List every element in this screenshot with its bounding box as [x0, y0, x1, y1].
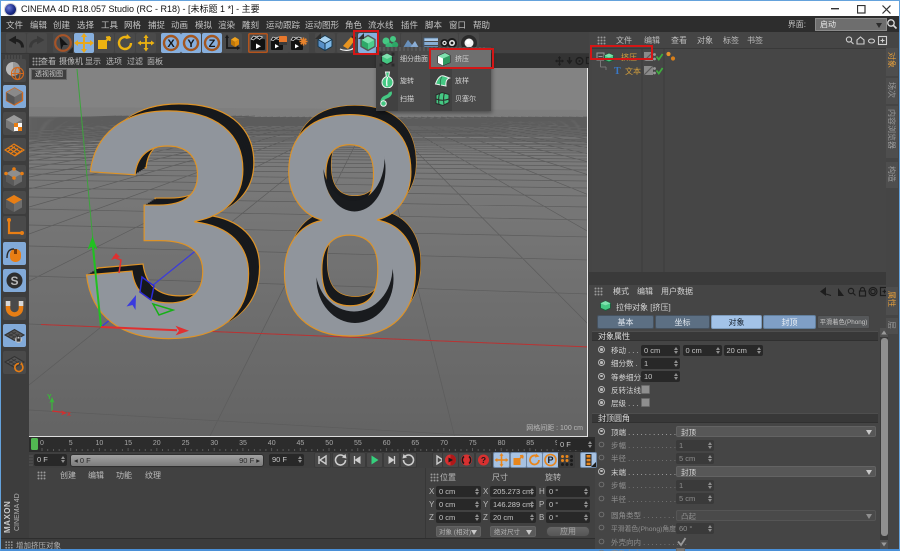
svg-text:25: 25: [182, 440, 190, 447]
svg-text:80: 80: [498, 440, 506, 447]
svg-text:60: 60: [383, 440, 391, 447]
svg-text:55: 55: [354, 440, 362, 447]
svg-text:30: 30: [210, 440, 218, 447]
svg-text:0: 0: [40, 440, 44, 447]
svg-text:35: 35: [239, 440, 247, 447]
svg-text:Y: Y: [47, 394, 52, 401]
svg-text:20: 20: [153, 440, 161, 447]
svg-text:70: 70: [440, 440, 448, 447]
svg-text:X: X: [167, 38, 175, 50]
svg-text:65: 65: [411, 440, 419, 447]
svg-text:15: 15: [124, 440, 132, 447]
svg-text:45: 45: [297, 440, 305, 447]
svg-text:50: 50: [325, 440, 333, 447]
svg-text:P: P: [548, 455, 554, 465]
svg-text:S: S: [10, 274, 18, 288]
svg-text:T: T: [614, 66, 621, 77]
svg-text:5: 5: [69, 440, 73, 447]
svg-text:Y: Y: [187, 38, 195, 50]
svg-text:?: ?: [481, 455, 486, 465]
svg-text:x: x: [67, 411, 71, 418]
svg-text:40: 40: [268, 440, 276, 447]
svg-text:85: 85: [526, 440, 534, 447]
svg-text:10: 10: [96, 440, 104, 447]
svg-text:Z: Z: [208, 38, 215, 50]
svg-text:75: 75: [469, 440, 477, 447]
